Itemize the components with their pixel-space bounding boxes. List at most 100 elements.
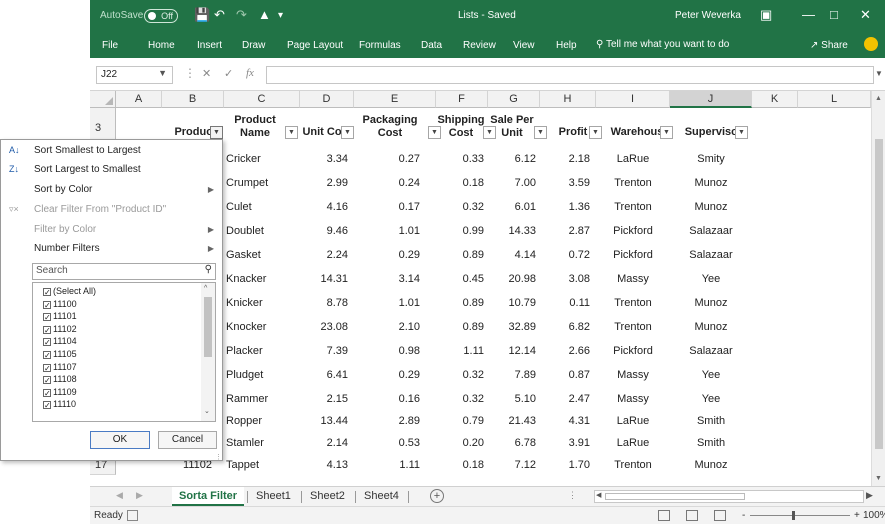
cell-supervisor[interactable]: Yee — [670, 391, 752, 407]
tab-file[interactable]: File — [102, 40, 118, 51]
cell-shipping-cost[interactable]: 0.89 — [436, 295, 484, 311]
scroll-down-icon[interactable]: ⌄ — [204, 407, 210, 415]
sheet-tab-sheet1[interactable]: Sheet1 — [249, 487, 298, 506]
cell-packaging-cost[interactable]: 2.89 — [354, 413, 420, 429]
cell-warehouse[interactable]: Trenton — [596, 199, 670, 215]
cell-packaging-cost[interactable]: 0.24 — [354, 175, 420, 191]
cell-unit-cost[interactable]: 3.34 — [300, 151, 348, 167]
cell-unit-cost[interactable]: 23.08 — [300, 319, 348, 335]
cancel-button[interactable]: Cancel — [158, 431, 217, 449]
tab-home[interactable]: Home — [148, 40, 175, 51]
undo-icon[interactable]: ↶ — [214, 7, 225, 23]
cell-shipping-cost[interactable]: 0.79 — [436, 413, 484, 429]
cell-supervisor[interactable]: Munoz — [670, 199, 752, 215]
cell-sale-per-unit[interactable]: 20.98 — [488, 271, 536, 287]
cell-product-name[interactable]: Doublet — [226, 223, 302, 239]
close-icon[interactable]: ✕ — [860, 7, 871, 23]
column-header-j[interactable]: J — [670, 91, 752, 108]
filter-menu-item-number-filters[interactable]: Number Filters ▶ — [1, 239, 222, 258]
enter-formula-icon[interactable]: ✓ — [224, 67, 233, 80]
cell-profit[interactable]: 0.87 — [540, 367, 590, 383]
cell-shipping-cost[interactable]: 0.32 — [436, 391, 484, 407]
cell-supervisor[interactable]: Salazaar — [670, 247, 752, 263]
cell-profit[interactable]: 6.82 — [540, 319, 590, 335]
cell-unit-cost[interactable]: 14.31 — [300, 271, 348, 287]
cell-shipping-cost[interactable]: 0.99 — [436, 223, 484, 239]
filter-list-scrollbar[interactable]: ^ ⌄ — [201, 283, 215, 421]
scroll-up-icon[interactable]: ^ — [204, 285, 207, 292]
cell-product-name[interactable]: Stamler — [226, 435, 302, 451]
cell-product-name[interactable]: Crumpet — [226, 175, 302, 191]
column-header-l[interactable]: L — [798, 91, 871, 108]
cell-packaging-cost[interactable]: 0.53 — [354, 435, 420, 451]
column-header-b[interactable]: B — [162, 91, 224, 108]
cell-warehouse[interactable]: Pickford — [596, 343, 670, 359]
cell-unit-cost[interactable]: 2.99 — [300, 175, 348, 191]
save-icon[interactable]: 💾 — [194, 7, 210, 23]
tab-draw[interactable]: Draw — [242, 40, 265, 51]
filter-list-scroll-thumb[interactable] — [204, 297, 212, 357]
cell-warehouse[interactable]: Massy — [596, 367, 670, 383]
cell-shipping-cost[interactable]: 0.20 — [436, 435, 484, 451]
filter-sale-per-unit-button[interactable]: ▼ — [534, 126, 547, 139]
cell-shipping-cost[interactable]: 0.89 — [436, 319, 484, 335]
filter-menu-item-sort-largest-to-smallest[interactable]: Z↓ Sort Largest to Smallest — [1, 160, 222, 179]
cell-shipping-cost[interactable]: 0.18 — [436, 175, 484, 191]
tell-me-box[interactable]: ⚲ Tell me what you want to do — [596, 39, 729, 50]
share-button[interactable]: ↗ Share — [810, 40, 848, 51]
filter-value-checkbox[interactable]: ✓ 11102 — [43, 324, 77, 334]
cancel-formula-icon[interactable]: ✕ — [202, 67, 211, 80]
minimize-icon[interactable]: — — [802, 7, 815, 22]
column-header-c[interactable]: C — [224, 91, 300, 108]
cell-supervisor[interactable]: Munoz — [670, 457, 752, 473]
cell-warehouse[interactable]: LaRue — [596, 151, 670, 167]
cell-unit-cost[interactable]: 8.78 — [300, 295, 348, 311]
filter-menu-item-clear-filter-from-product-id[interactable]: ▿× Clear Filter From "Product ID" — [1, 200, 222, 219]
cell-packaging-cost[interactable]: 0.27 — [354, 151, 420, 167]
cell-warehouse[interactable]: LaRue — [596, 435, 670, 451]
cell-sale-per-unit[interactable]: 4.14 — [488, 247, 536, 263]
cell-profit[interactable]: 4.31 — [540, 413, 590, 429]
tab-help[interactable]: Help — [556, 40, 577, 51]
column-header-i[interactable]: I — [596, 91, 670, 108]
cell-sale-per-unit[interactable]: 21.43 — [488, 413, 536, 429]
cell-product-name[interactable]: Cricker — [226, 151, 302, 167]
cell-profit[interactable]: 3.59 — [540, 175, 590, 191]
cell-sale-per-unit[interactable]: 32.89 — [488, 319, 536, 335]
cell-supervisor[interactable]: Yee — [670, 367, 752, 383]
cell-packaging-cost[interactable]: 0.16 — [354, 391, 420, 407]
cell-product-name[interactable]: Tappet — [226, 457, 302, 473]
column-header-g[interactable]: G — [488, 91, 540, 108]
cell-profit[interactable]: 2.66 — [540, 343, 590, 359]
tab-page-layout[interactable]: Page Layout — [287, 40, 343, 51]
cell-shipping-cost[interactable]: 0.32 — [436, 199, 484, 215]
filter-supervisor-button[interactable]: ▼ — [735, 126, 748, 139]
cell-supervisor[interactable]: Smith — [670, 413, 752, 429]
cell-warehouse[interactable]: Trenton — [596, 319, 670, 335]
cell-product-name[interactable]: Gasket — [226, 247, 302, 263]
zoom-in-icon[interactable]: + — [854, 510, 860, 521]
ok-button[interactable]: OK — [90, 431, 150, 449]
page-layout-view-icon[interactable] — [686, 510, 698, 521]
cell-sale-per-unit[interactable]: 7.12 — [488, 457, 536, 473]
cell-unit-cost[interactable]: 4.13 — [300, 457, 348, 473]
tab-data[interactable]: Data — [421, 40, 442, 51]
scroll-right-icon[interactable]: ▶ — [866, 490, 873, 501]
cell-packaging-cost[interactable]: 0.29 — [354, 367, 420, 383]
cell-supervisor[interactable]: Salazaar — [670, 223, 752, 239]
name-box[interactable]: J22 ▼ — [96, 66, 173, 84]
column-header-e[interactable]: E — [354, 91, 436, 108]
scroll-left-icon[interactable]: ◀ — [596, 491, 601, 499]
filter-value-checkbox[interactable]: ✓ 11108 — [43, 374, 77, 385]
cell-product-name[interactable]: Culet — [226, 199, 302, 215]
zoom-slider-knob[interactable] — [792, 511, 795, 520]
cell-sale-per-unit[interactable]: 7.89 — [488, 367, 536, 383]
filter-search-input[interactable]: Search ⚲ — [32, 263, 216, 280]
user-name[interactable]: Peter Weverka — [675, 10, 741, 21]
sheet-tab-sheet2[interactable]: Sheet2 — [303, 487, 352, 506]
cell-shipping-cost[interactable]: 1.11 — [436, 343, 484, 359]
cell-sale-per-unit[interactable]: 12.14 — [488, 343, 536, 359]
cell-packaging-cost[interactable]: 0.29 — [354, 247, 420, 263]
cell-profit[interactable]: 2.18 — [540, 151, 590, 167]
filter-product-name-button[interactable]: ▼ — [285, 126, 298, 139]
